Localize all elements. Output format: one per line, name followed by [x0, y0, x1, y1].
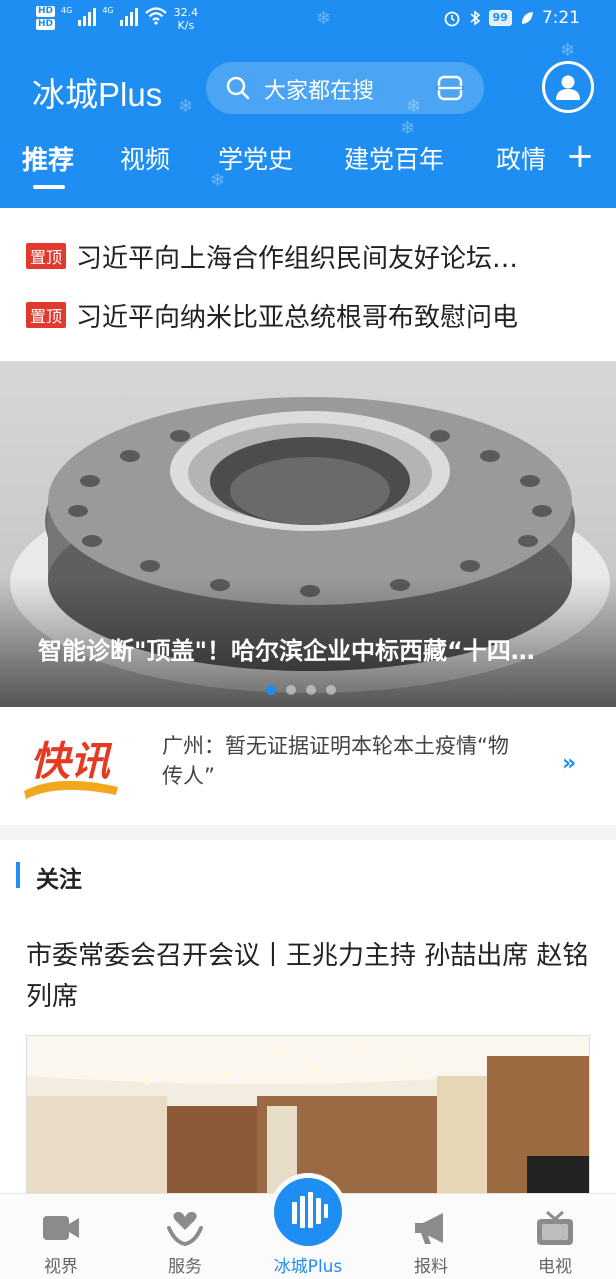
pinned-item[interactable]: 置顶 习近平向纳米比亚总统根哥布致慰问电: [26, 295, 586, 335]
signal-icon: [78, 6, 97, 26]
tab-party-history[interactable]: 学党史: [218, 140, 293, 176]
heart-hand-icon: [167, 1211, 203, 1247]
tab-politics[interactable]: 政情: [496, 140, 546, 176]
add-channel-button[interactable]: +: [560, 136, 600, 176]
snowflake-decoration: ❄: [560, 40, 576, 61]
battery-icon: 99: [488, 10, 512, 26]
alarm-icon: [444, 11, 459, 27]
flash-news[interactable]: 快讯 广州：暂无证据证明本轮本土疫情“物传人” ››: [0, 707, 616, 825]
tab-party-centenary[interactable]: 建党百年: [344, 140, 444, 176]
nav-item-plus-label[interactable]: 冰城Plus: [263, 1194, 353, 1279]
user-avatar-button[interactable]: [542, 61, 594, 113]
pinned-title: 习近平向上海合作组织民间友好论坛…: [76, 243, 519, 274]
carousel-dot[interactable]: [306, 685, 316, 695]
hd-indicator: HD HD: [36, 6, 56, 30]
tab-recommend[interactable]: 推荐: [22, 140, 74, 177]
section-accent-bar: [16, 862, 20, 888]
nav-label: 电视: [538, 1257, 572, 1277]
signal-icon: [119, 6, 138, 26]
user-icon: [556, 75, 580, 100]
pinned-item[interactable]: 置顶 习近平向上海合作组织民间友好论坛…: [26, 236, 586, 276]
active-tab-indicator: [33, 185, 65, 189]
app-header: ❄ ❄ ❄ ❄ ❄ ❄ HD HD 4G 4G 32.4 K/s 99 7:21…: [0, 0, 616, 208]
nav-item-report[interactable]: 报料: [386, 1194, 476, 1279]
nav-label: 冰城Plus: [273, 1257, 343, 1277]
leaf-icon: [521, 12, 533, 24]
network-type: 4G: [102, 6, 114, 15]
nav-label: 报料: [414, 1257, 448, 1277]
bottom-navigation: 视界 服务 冰城Plus 报料 电视: [0, 1178, 616, 1279]
carousel-dot[interactable]: [286, 685, 296, 695]
tv-icon: [537, 1210, 573, 1245]
pinned-news: 置顶 习近平向上海合作组织民间友好论坛… 置顶 习近平向纳米比亚总统根哥布致慰问…: [0, 208, 616, 361]
pinned-badge: 置顶: [26, 243, 67, 269]
nav-label: 视界: [44, 1257, 78, 1277]
clock: 7:21: [541, 8, 580, 28]
megaphone-icon: [415, 1213, 443, 1244]
snowflake-decoration: ❄: [178, 96, 194, 117]
bluetooth-icon: [469, 10, 480, 26]
channel-tabs: 推荐 视频 学党史 建党百年 政情 +: [0, 136, 616, 190]
search-placeholder: 大家都在搜: [264, 79, 375, 104]
tab-video[interactable]: 视频: [120, 140, 170, 176]
status-bar: HD HD 4G 4G 32.4 K/s 99 7:21: [0, 0, 616, 40]
carousel-dot[interactable]: [326, 685, 336, 695]
wifi-icon: [144, 7, 167, 25]
search-icon: [226, 76, 250, 100]
nav-item-vision[interactable]: 视界: [16, 1194, 106, 1279]
banner-carousel[interactable]: 智能诊断"顶盖"！哈尔滨企业中标西藏“十四…: [0, 361, 616, 707]
article-title[interactable]: 市委常委会召开会议丨王兆力主持 孙喆出席 赵铭列席: [26, 936, 596, 1018]
carousel-dot[interactable]: [266, 685, 276, 695]
snowflake-decoration: ❄: [400, 118, 416, 139]
carousel-dots: [266, 685, 336, 695]
nav-item-service[interactable]: 服务: [140, 1194, 230, 1279]
network-type: 4G: [61, 6, 73, 15]
banner-caption: 智能诊断"顶盖"！哈尔滨企业中标西藏“十四…: [38, 637, 535, 665]
flash-news-logo: 快讯: [24, 739, 118, 799]
nav-item-tv[interactable]: 电视: [510, 1194, 600, 1279]
double-chevron-right-icon[interactable]: ››: [562, 751, 576, 776]
follow-section: 关注 市委常委会召开会议丨王兆力主持 孙喆出席 赵铭列席: [0, 840, 616, 1200]
meeting-room-photo: [27, 1036, 589, 1194]
pinned-badge: 置顶: [26, 302, 67, 328]
network-speed: 32.4 K/s: [173, 6, 199, 32]
svg-text:快讯: 快讯: [30, 739, 113, 785]
app-logo-title: 冰城Plus: [32, 76, 163, 113]
search-bar[interactable]: 大家都在搜: [206, 62, 484, 114]
article-image[interactable]: [26, 1035, 590, 1195]
nav-label: 服务: [168, 1257, 202, 1277]
flash-news-text: 广州：暂无证据证明本轮本土疫情“物传人”: [162, 734, 509, 788]
scan-icon[interactable]: [436, 74, 464, 102]
section-title: 关注: [36, 867, 82, 893]
video-camera-icon: [43, 1216, 79, 1240]
pinned-title: 习近平向纳米比亚总统根哥布致慰问电: [76, 302, 519, 333]
